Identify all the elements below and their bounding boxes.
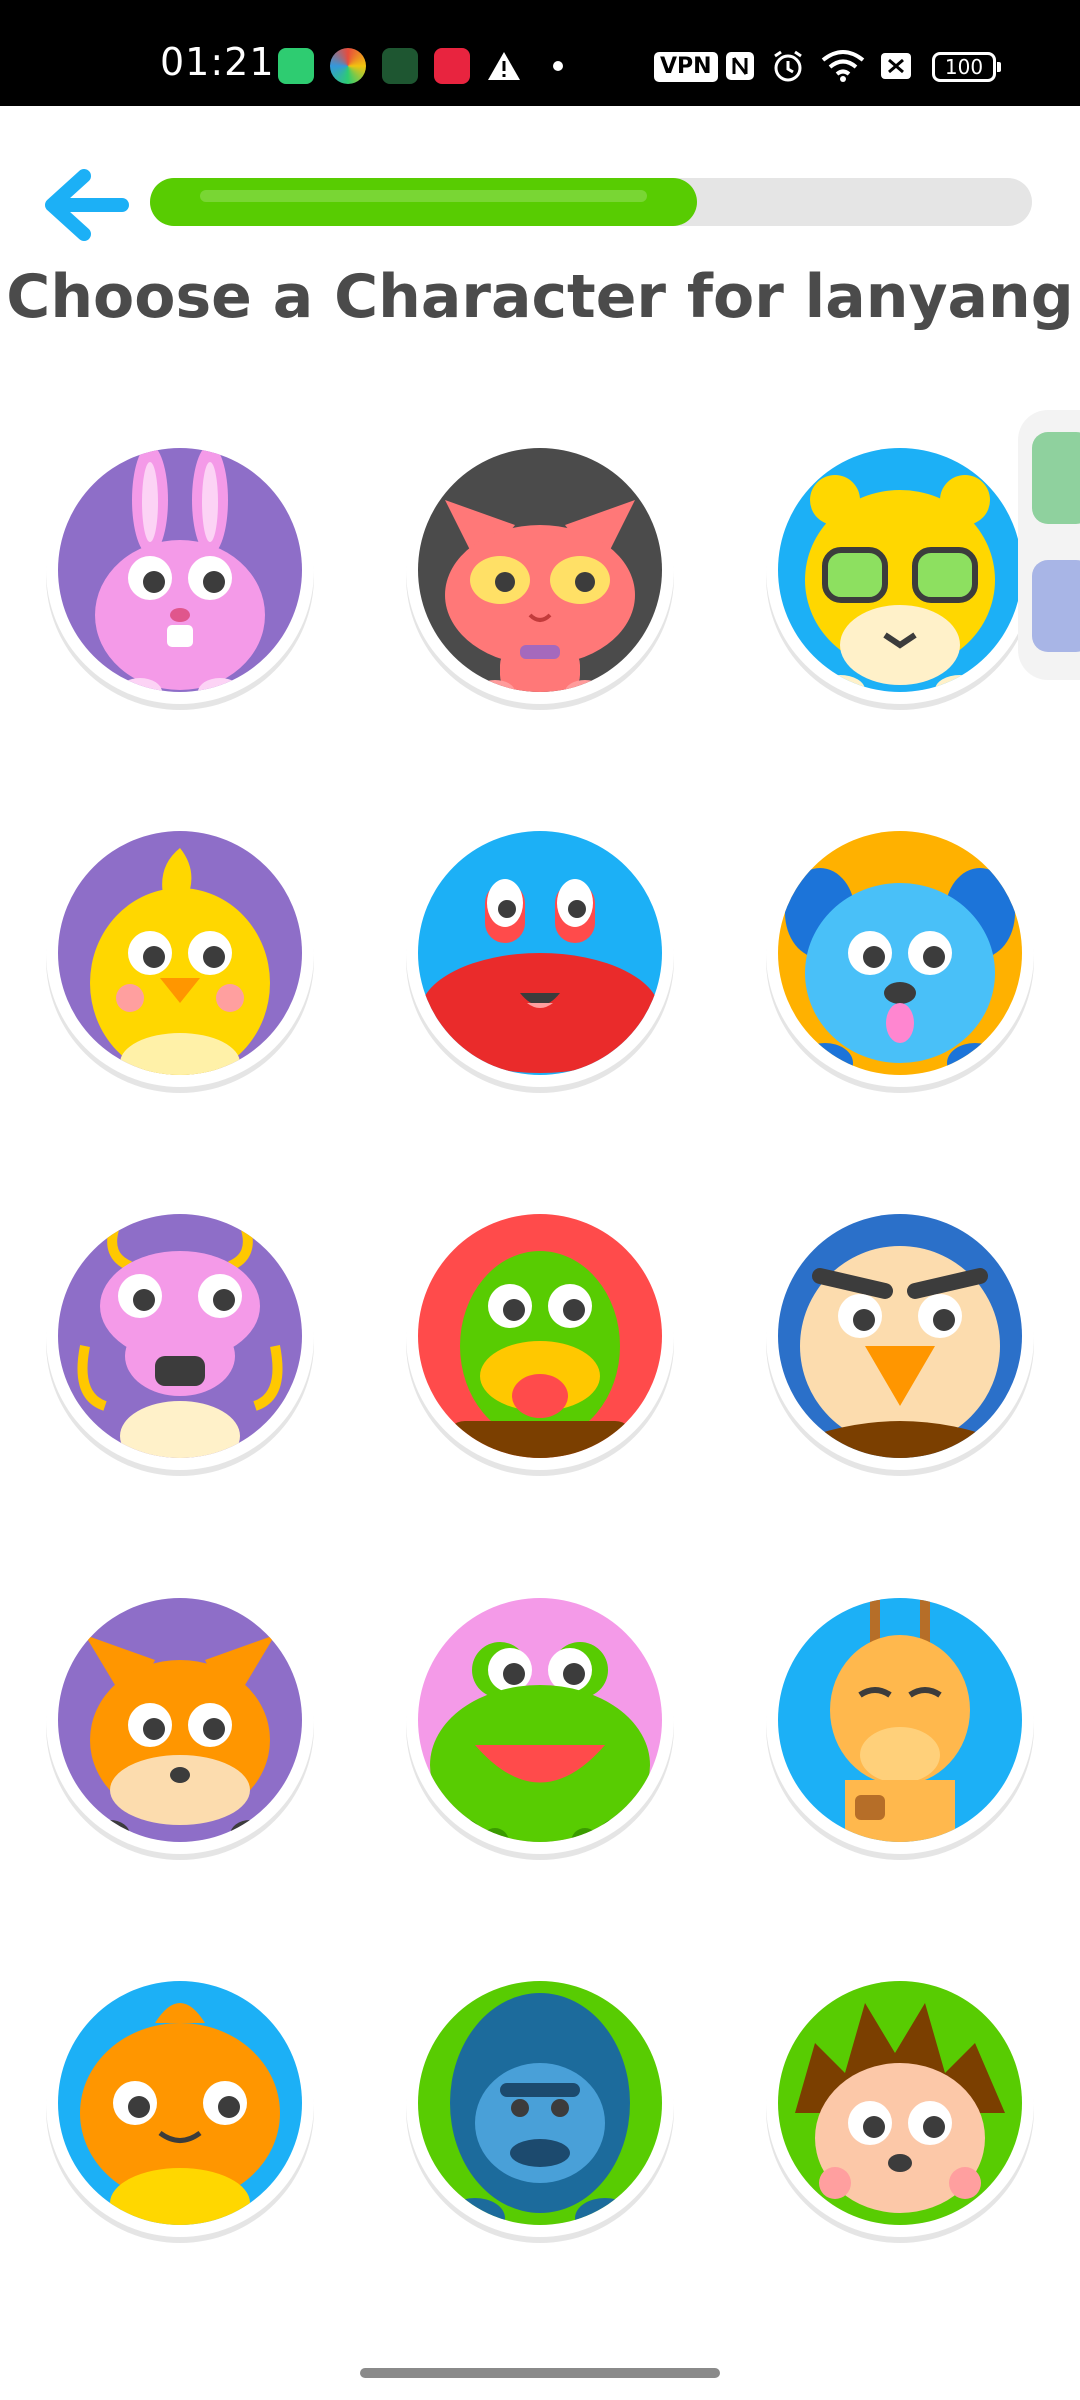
character-option-crab[interactable] <box>405 813 675 1093</box>
dragon-avatar-icon <box>46 1202 314 1476</box>
character-option-dog[interactable] <box>765 813 1035 1093</box>
eagle-avatar-icon <box>766 1202 1034 1476</box>
leopard-avatar-icon <box>766 436 1034 710</box>
frog-avatar-icon <box>406 1586 674 1860</box>
home-indicator[interactable] <box>360 2368 720 2378</box>
giraffe-avatar-icon <box>766 1586 1034 1860</box>
character-option-chick[interactable] <box>45 813 315 1093</box>
floating-side-widget[interactable] <box>1018 410 1080 680</box>
gorilla-avatar-icon <box>406 1969 674 2243</box>
rabbit-avatar-icon <box>46 436 314 710</box>
owl-avatar-icon <box>46 1969 314 2243</box>
hedgehog-avatar-icon <box>766 1969 1034 2243</box>
character-option-eagle[interactable] <box>765 1196 1035 1476</box>
character-grid <box>0 0 1080 2400</box>
character-option-fox[interactable] <box>45 1580 315 1860</box>
character-option-hedgehog[interactable] <box>765 1963 1035 2243</box>
dog-avatar-icon <box>766 819 1034 1093</box>
cat-avatar-icon <box>406 436 674 710</box>
character-option-giraffe[interactable] <box>765 1580 1035 1860</box>
duck-avatar-icon <box>406 1202 674 1476</box>
character-option-rabbit[interactable] <box>45 430 315 710</box>
character-option-gorilla[interactable] <box>405 1963 675 2243</box>
character-option-frog[interactable] <box>405 1580 675 1860</box>
character-option-leopard[interactable] <box>765 430 1035 710</box>
side-chip-green[interactable] <box>1032 432 1080 524</box>
crab-avatar-icon <box>406 819 674 1093</box>
character-option-cat[interactable] <box>405 430 675 710</box>
character-option-owl[interactable] <box>45 1963 315 2243</box>
chick-avatar-icon <box>46 819 314 1093</box>
character-option-dragon[interactable] <box>45 1196 315 1476</box>
fox-avatar-icon <box>46 1586 314 1860</box>
character-option-duck[interactable] <box>405 1196 675 1476</box>
side-chip-purple[interactable] <box>1032 560 1080 652</box>
